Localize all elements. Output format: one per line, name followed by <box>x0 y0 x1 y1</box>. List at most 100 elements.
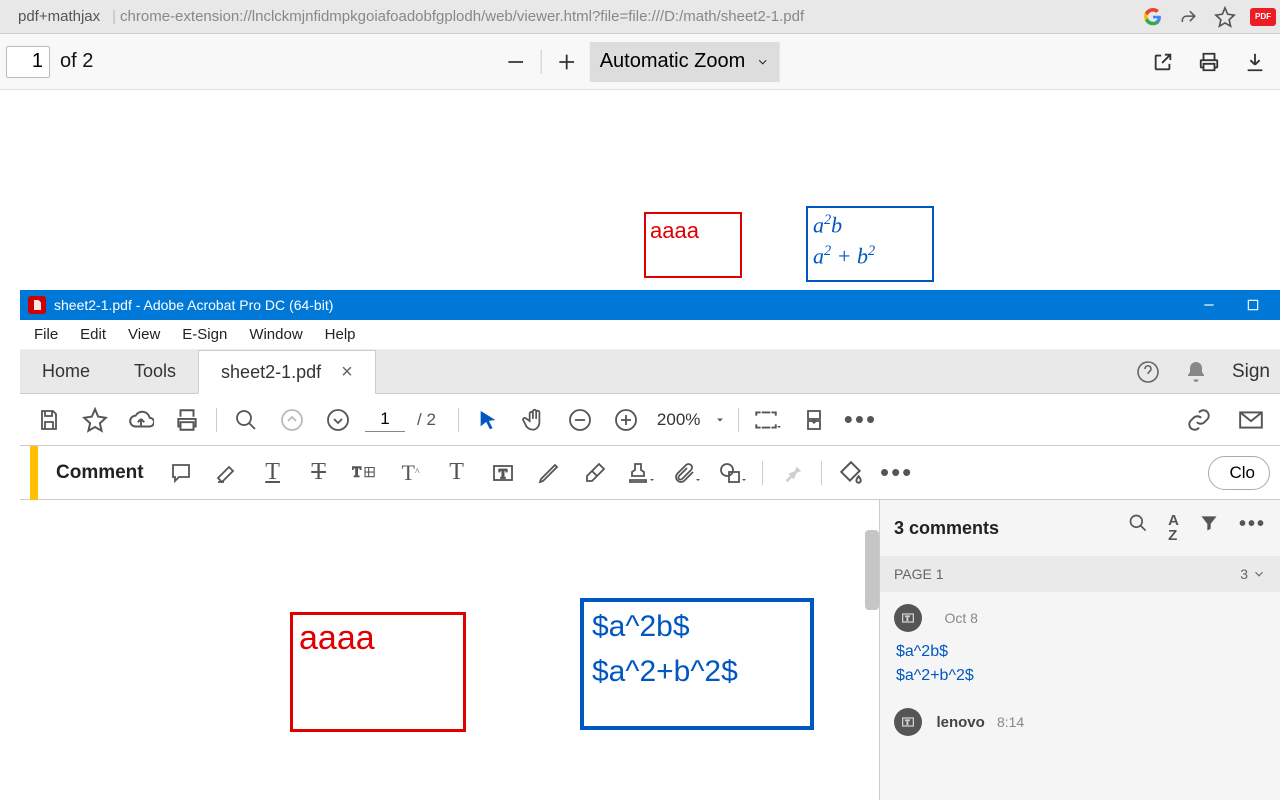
more-comments-icon[interactable]: ••• <box>1239 513 1266 543</box>
cloud-upload-icon[interactable] <box>122 401 160 439</box>
sort-comments-icon[interactable]: AZ <box>1168 513 1179 543</box>
email-icon[interactable] <box>1232 401 1270 439</box>
link-icon[interactable] <box>1180 401 1218 439</box>
acrobat-titlebar[interactable]: sheet2-1.pdf - Adobe Acrobat Pro DC (64-… <box>20 290 1280 320</box>
google-icon[interactable] <box>1142 6 1164 28</box>
menu-help[interactable]: Help <box>325 326 356 343</box>
separator <box>541 50 542 74</box>
scroll-mode-icon[interactable] <box>795 401 833 439</box>
download-icon[interactable] <box>1240 47 1270 77</box>
more-tools-icon[interactable]: ••• <box>878 454 916 492</box>
separator: | <box>108 8 120 25</box>
page-up-icon[interactable] <box>273 401 311 439</box>
comment-time: 8:14 <box>989 714 1024 730</box>
red-annotation-big[interactable]: aaaa <box>290 612 466 732</box>
text-tool-icon[interactable]: T <box>438 454 476 492</box>
svg-text:T: T <box>905 720 909 727</box>
minimize-button[interactable] <box>1202 298 1216 312</box>
browser-url[interactable]: chrome-extension://lnclckmjnfidmpkgoiafo… <box>120 8 804 25</box>
document-canvas[interactable]: aaaa $a^2b$ $a^2+b^2$ <box>20 500 880 800</box>
zoom-level-label[interactable]: 200% <box>653 410 704 430</box>
page-down-icon[interactable] <box>319 401 357 439</box>
star-icon[interactable] <box>76 401 114 439</box>
pin-icon[interactable] <box>773 454 811 492</box>
acrobat-body: aaaa $a^2b$ $a^2+b^2$ 3 comments AZ ••• … <box>20 500 1280 800</box>
page-number-input[interactable] <box>6 46 50 78</box>
menu-window[interactable]: Window <box>249 326 302 343</box>
blue-annotation-small: a2b a2 + b2 <box>806 206 934 282</box>
attach-icon[interactable] <box>668 454 706 492</box>
acrobat-window: sheet2-1.pdf - Adobe Acrobat Pro DC (64-… <box>20 290 1280 800</box>
textbox-icon[interactable]: T <box>484 454 522 492</box>
share-icon[interactable] <box>1178 6 1200 28</box>
math-line-2: a2 + b2 <box>813 241 927 272</box>
math-source-line-1: $a^2b$ <box>592 604 802 649</box>
acrobat-app-icon <box>28 296 46 314</box>
menu-esign[interactable]: E-Sign <box>182 326 227 343</box>
comment-type-icon: T <box>894 708 922 736</box>
sticky-note-icon[interactable] <box>162 454 200 492</box>
search-icon[interactable] <box>227 401 265 439</box>
open-external-icon[interactable] <box>1148 47 1178 77</box>
sign-in-label[interactable]: Sign <box>1232 361 1270 383</box>
insert-text-icon[interactable]: T^ <box>392 454 430 492</box>
tab-close-icon[interactable]: × <box>341 361 353 384</box>
comment-item[interactable]: T lenovo 8:14 <box>880 696 1280 744</box>
page-number-input[interactable] <box>365 407 405 432</box>
menu-view[interactable]: View <box>128 326 160 343</box>
filter-comments-icon[interactable] <box>1199 513 1219 543</box>
zoom-select[interactable]: Automatic Zoom <box>590 42 780 82</box>
comment-text-line: $a^2+b^2$ <box>896 664 1266 688</box>
separator <box>821 461 822 485</box>
search-comments-icon[interactable] <box>1128 513 1148 543</box>
acrobat-toolbar-main: / 2 200% ••• <box>20 394 1280 446</box>
print-icon[interactable] <box>1194 47 1224 77</box>
tab-home[interactable]: Home <box>20 349 112 393</box>
tab-document[interactable]: sheet2-1.pdf × <box>198 350 376 394</box>
help-icon[interactable] <box>1136 360 1160 384</box>
menu-edit[interactable]: Edit <box>80 326 106 343</box>
strikethrough-icon[interactable]: T <box>300 454 338 492</box>
page-group-label: PAGE 1 <box>894 566 944 582</box>
maximize-button[interactable] <box>1246 298 1260 312</box>
comment-author: lenovo 8:14 <box>926 714 1024 731</box>
eraser-icon[interactable] <box>576 454 614 492</box>
tab-tools-label: Tools <box>134 361 176 382</box>
paint-bucket-icon[interactable] <box>832 454 870 492</box>
zoom-in-icon[interactable] <box>607 401 645 439</box>
extension-pdfjs-icon[interactable]: PDF <box>1250 8 1276 26</box>
select-tool-icon[interactable] <box>469 401 507 439</box>
zoom-in-button[interactable] <box>552 47 582 77</box>
menu-file[interactable]: File <box>34 326 58 343</box>
bell-icon[interactable] <box>1184 360 1208 384</box>
shapes-icon[interactable] <box>714 454 752 492</box>
red-annotation-text: aaaa <box>650 218 699 243</box>
tab-home-label: Home <box>42 361 90 382</box>
comment-panel-label: Comment <box>46 462 154 484</box>
underline-icon[interactable]: T <box>254 454 292 492</box>
separator <box>762 461 763 485</box>
scrollbar-thumb[interactable] <box>865 530 879 610</box>
tab-tools[interactable]: Tools <box>112 349 198 393</box>
zoom-out-button[interactable] <box>501 47 531 77</box>
comments-page-group[interactable]: PAGE 1 3 <box>880 556 1280 592</box>
star-icon[interactable] <box>1214 6 1236 28</box>
save-icon[interactable] <box>30 401 68 439</box>
zoom-out-icon[interactable] <box>561 401 599 439</box>
pencil-icon[interactable] <box>530 454 568 492</box>
stamp-icon[interactable] <box>622 454 660 492</box>
close-panel-button[interactable]: Clo <box>1208 456 1270 490</box>
print-icon[interactable] <box>168 401 206 439</box>
hand-tool-icon[interactable] <box>515 401 553 439</box>
comment-author-name: lenovo <box>936 714 984 731</box>
page-total-label: / 2 <box>413 410 436 430</box>
zoom-dropdown-icon[interactable] <box>712 401 728 439</box>
blue-annotation-big[interactable]: $a^2b$ $a^2+b^2$ <box>580 598 814 730</box>
fit-width-icon[interactable] <box>749 401 787 439</box>
highlight-icon[interactable] <box>208 454 246 492</box>
math-line-1: a2b <box>813 210 927 241</box>
more-icon[interactable]: ••• <box>841 401 879 439</box>
comment-item[interactable]: T Oct 8 $a^2b$ $a^2+b^2$ <box>880 592 1280 696</box>
replace-text-icon[interactable]: T <box>346 454 384 492</box>
math-source-line-2: $a^2+b^2$ <box>592 649 802 694</box>
